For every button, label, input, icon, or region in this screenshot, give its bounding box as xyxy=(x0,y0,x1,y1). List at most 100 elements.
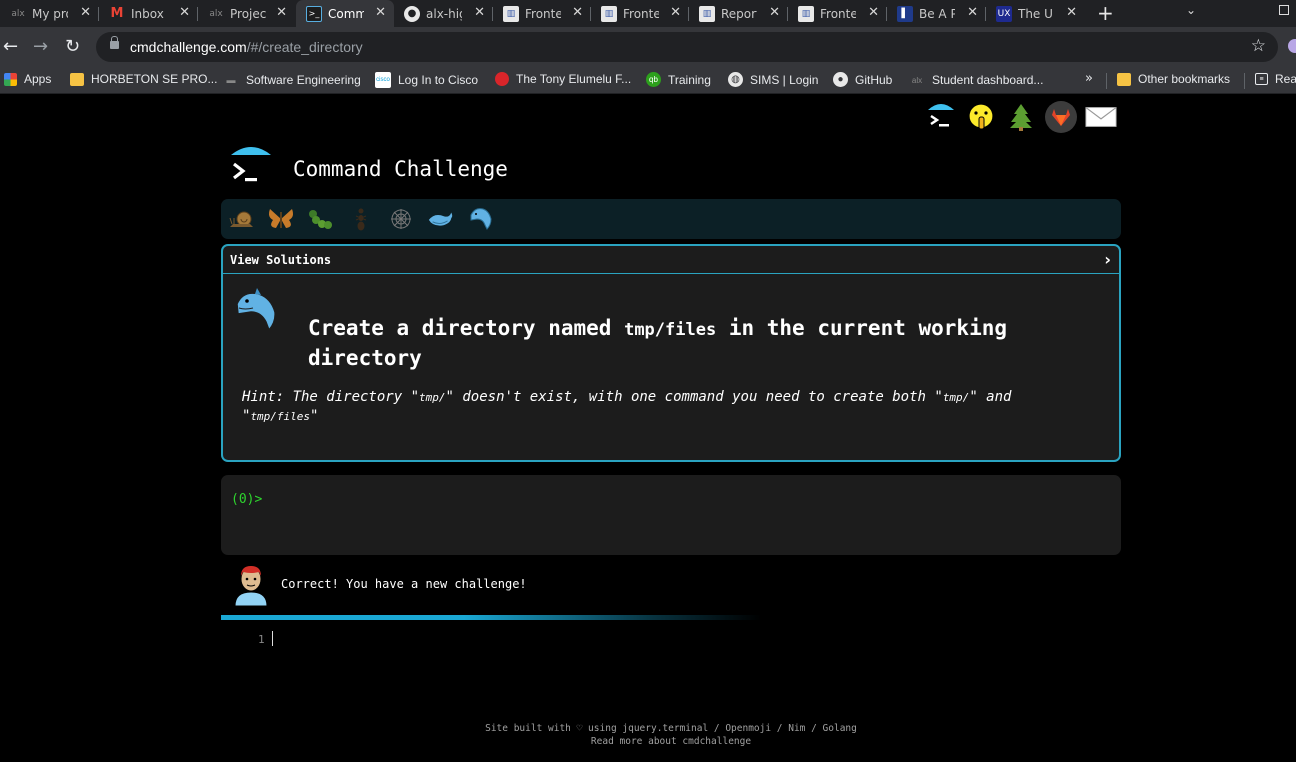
editor-line-number: 1 xyxy=(258,633,265,646)
tab-be-a-pro[interactable]: ▌ Be A P ✕ xyxy=(887,0,986,27)
tab-project[interactable]: alx Projec ✕ xyxy=(198,0,295,27)
close-icon[interactable]: ✕ xyxy=(1066,5,1077,20)
whale-icon[interactable] xyxy=(427,205,455,233)
tree-icon[interactable] xyxy=(1005,101,1037,133)
bookmark-label: The Tony Elumelu F... xyxy=(516,72,632,86)
tab-title: Fronte xyxy=(525,6,561,21)
close-icon[interactable]: ✕ xyxy=(474,5,485,20)
status-row: Correct! You have a new challenge! xyxy=(221,560,821,608)
bookmark-student-dashboard[interactable]: alx Student dashboard... xyxy=(909,72,1044,88)
reading-list-icon: ≡ xyxy=(1255,73,1268,85)
more-bookmarks-icon[interactable]: » xyxy=(1085,71,1093,86)
address-bar: ← → ↻ cmdchallenge.com/#/create_director… xyxy=(0,27,1296,67)
page-content: Command Challenge View Solutions › Creat… xyxy=(0,95,1296,762)
bookmark-icon: ▬ xyxy=(226,75,236,85)
doc-icon: ▥ xyxy=(503,5,519,22)
editor-caret[interactable] xyxy=(272,631,273,646)
footer-credits[interactable]: Site built with ♡ using jquery.terminal … xyxy=(421,722,921,735)
folder-icon xyxy=(70,72,84,86)
envelope-icon[interactable] xyxy=(1085,101,1117,133)
challenge-card: View Solutions › Create a directory name… xyxy=(221,244,1121,462)
tab-title: alx-hig xyxy=(426,6,462,21)
top-icon-row xyxy=(925,101,1117,133)
footer-read-more[interactable]: Read more about cmdchallenge xyxy=(421,735,921,748)
close-icon[interactable]: ✕ xyxy=(670,5,681,20)
terminal-logo-icon[interactable] xyxy=(925,101,957,133)
bookmark-github[interactable]: ● GitHub xyxy=(833,72,892,87)
ux-icon: UX xyxy=(996,5,1012,22)
doc-icon: ▥ xyxy=(798,5,814,22)
close-icon[interactable]: ✕ xyxy=(179,5,190,20)
close-icon[interactable]: ✕ xyxy=(868,5,879,20)
tab-inbox[interactable]: M Inbox ( ✕ xyxy=(99,0,198,27)
lock-icon xyxy=(110,36,119,49)
forward-arrow-icon[interactable]: → xyxy=(33,36,48,57)
challenge-title: Create a directory named tmp/files in th… xyxy=(308,316,1007,370)
dolphin-icon[interactable] xyxy=(467,205,495,233)
reload-icon[interactable]: ↻ xyxy=(65,36,80,57)
spider-web-icon[interactable] xyxy=(387,205,415,233)
site-header: Command Challenge xyxy=(228,145,828,195)
bookmark-cisco[interactable]: cisco Log In to Cisco xyxy=(375,72,478,88)
bookmark-sims[interactable]: ◍ SIMS | Login xyxy=(728,72,818,87)
close-icon[interactable]: ✕ xyxy=(967,5,978,20)
back-arrow-icon[interactable]: ← xyxy=(3,36,18,57)
gitlab-icon[interactable] xyxy=(1045,101,1077,133)
command-challenge-logo[interactable] xyxy=(228,145,274,189)
tab-frontend-3[interactable]: ▥ Fronte ✕ xyxy=(788,0,887,27)
tab-command-challenge[interactable]: >_ Comm ✕ xyxy=(296,0,394,27)
tab-alx-github[interactable]: ● alx-hig ✕ xyxy=(394,0,493,27)
tab-frontend-2[interactable]: ▥ Fronte ✕ xyxy=(591,0,689,27)
tab-my-profile[interactable]: alx My pro ✕ xyxy=(0,0,99,27)
view-solutions-label: View Solutions xyxy=(230,253,332,267)
restore-window-icon[interactable] xyxy=(1279,5,1289,15)
dolphin-icon xyxy=(236,288,276,332)
close-icon[interactable]: ✕ xyxy=(80,5,91,20)
close-icon[interactable]: ✕ xyxy=(572,5,583,20)
bookmark-training[interactable]: qb Training xyxy=(646,72,711,87)
terminal[interactable]: (0)> xyxy=(221,475,1121,555)
tab-strip: alx My pro ✕ M Inbox ( ✕ alx Projec ✕ >_… xyxy=(0,0,1296,27)
url-text[interactable]: cmdchallenge.com/#/create_directory xyxy=(130,39,363,55)
close-icon[interactable]: ✕ xyxy=(276,5,287,20)
reading-list[interactable]: ≡ Rea xyxy=(1255,72,1296,86)
close-icon[interactable]: ✕ xyxy=(375,5,386,20)
tab-title: My pro xyxy=(32,6,68,21)
close-icon[interactable]: ✕ xyxy=(769,5,780,20)
tab-the-ui[interactable]: UX The UI ✕ xyxy=(986,0,1085,27)
ant-icon[interactable] xyxy=(347,205,375,233)
bookmark-label: Rea xyxy=(1275,72,1296,86)
chevron-down-icon[interactable]: ⌄ xyxy=(1186,3,1196,17)
chevron-right-icon[interactable]: › xyxy=(1104,250,1111,269)
bookmark-other[interactable]: Other bookmarks xyxy=(1117,72,1230,86)
bookmark-tony-elumelu[interactable]: The Tony Elumelu F... xyxy=(495,72,631,86)
profile-avatar[interactable] xyxy=(1288,39,1296,53)
new-tab-button[interactable]: + xyxy=(1097,1,1114,25)
view-solutions-bar[interactable]: View Solutions › xyxy=(223,246,1119,274)
bookmark-horbeton[interactable]: HORBETON SE PRO... xyxy=(70,72,217,86)
site-title[interactable]: Command Challenge xyxy=(293,157,508,181)
tab-title: Fronte xyxy=(820,6,856,21)
tab-report[interactable]: ▥ Report ✕ xyxy=(689,0,788,27)
bookmark-apps[interactable]: Apps xyxy=(4,72,51,86)
apps-grid-icon xyxy=(4,72,17,86)
snail-icon[interactable] xyxy=(228,205,256,233)
shushing-face-icon[interactable] xyxy=(965,101,997,133)
bookmark-label: GitHub xyxy=(855,72,893,87)
tab-title: Report xyxy=(721,6,757,21)
challenge-title-code: tmp/files xyxy=(624,320,717,340)
bookmark-label: Apps xyxy=(24,72,52,86)
tef-icon xyxy=(495,72,509,86)
butterfly-icon[interactable] xyxy=(267,205,295,233)
bookmark-star-icon[interactable]: ☆ xyxy=(1251,36,1266,56)
bookmark-label: Log In to Cisco xyxy=(398,73,479,87)
bookmark-label: Training xyxy=(668,72,711,87)
url-field[interactable]: cmdchallenge.com/#/create_directory ☆ xyxy=(96,32,1278,62)
globe-icon: ◍ xyxy=(728,72,743,87)
caterpillar-icon[interactable] xyxy=(307,205,335,233)
status-message: Correct! You have a new challenge! xyxy=(281,577,527,591)
alx-icon: alx xyxy=(209,8,223,19)
bookmark-software-engineering[interactable]: ▬ Software Engineering xyxy=(223,72,361,88)
github-icon: ● xyxy=(404,5,420,22)
tab-frontend-1[interactable]: ▥ Fronte ✕ xyxy=(493,0,591,27)
